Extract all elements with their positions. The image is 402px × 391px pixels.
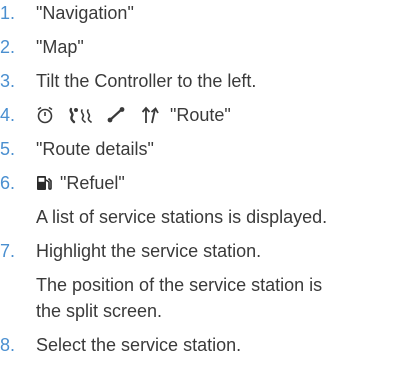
step-7-note-line-1: The position of the service station is — [36, 275, 323, 295]
arrows-up-icon — [140, 106, 160, 124]
step-3: 3. Tilt the Controller to the left. — [0, 68, 256, 94]
timer-icon — [36, 106, 54, 124]
instruction-steps: 1. "Navigation" 2. "Map" 3. Tilt the Con… — [0, 0, 402, 391]
step-text: Select the service station. — [36, 335, 242, 355]
step-number: 3. — [0, 71, 16, 91]
step-text: Tilt the Controller to the left. — [36, 71, 257, 91]
route-preference-icon — [68, 106, 92, 124]
step-number: 5. — [0, 139, 16, 159]
step-number: 4. — [0, 105, 16, 125]
route-line-icon — [106, 106, 126, 124]
step-4: 4. "Route" — [0, 102, 231, 128]
step-number: 1. — [0, 3, 16, 23]
step-number: 8. — [0, 335, 16, 355]
step-2: 2. "Map" — [0, 34, 84, 60]
step-7: 7. Highlight the service station. — [0, 238, 261, 264]
step-8: 8. Select the service station. — [0, 332, 241, 358]
step-6: 6. "Refuel" — [0, 170, 125, 196]
route-icons — [36, 106, 170, 124]
step-number: 2. — [0, 37, 16, 57]
step-text: "Route" — [170, 105, 231, 125]
step-text: "Refuel" — [60, 173, 125, 193]
fuel-pump-icon — [36, 174, 52, 192]
step-5: 5. "Route details" — [0, 136, 154, 162]
step-number: 6. — [0, 173, 16, 193]
step-6-note: A list of service stations is displayed. — [36, 207, 328, 227]
step-text: "Route details" — [36, 139, 154, 159]
step-number: 7. — [0, 241, 16, 261]
step-text: "Navigation" — [36, 3, 134, 23]
step-text: Highlight the service station. — [36, 241, 262, 261]
step-7-note-line-2: the split screen. — [36, 301, 163, 321]
step-1: 1. "Navigation" — [0, 0, 134, 26]
step-text: "Map" — [36, 37, 84, 57]
